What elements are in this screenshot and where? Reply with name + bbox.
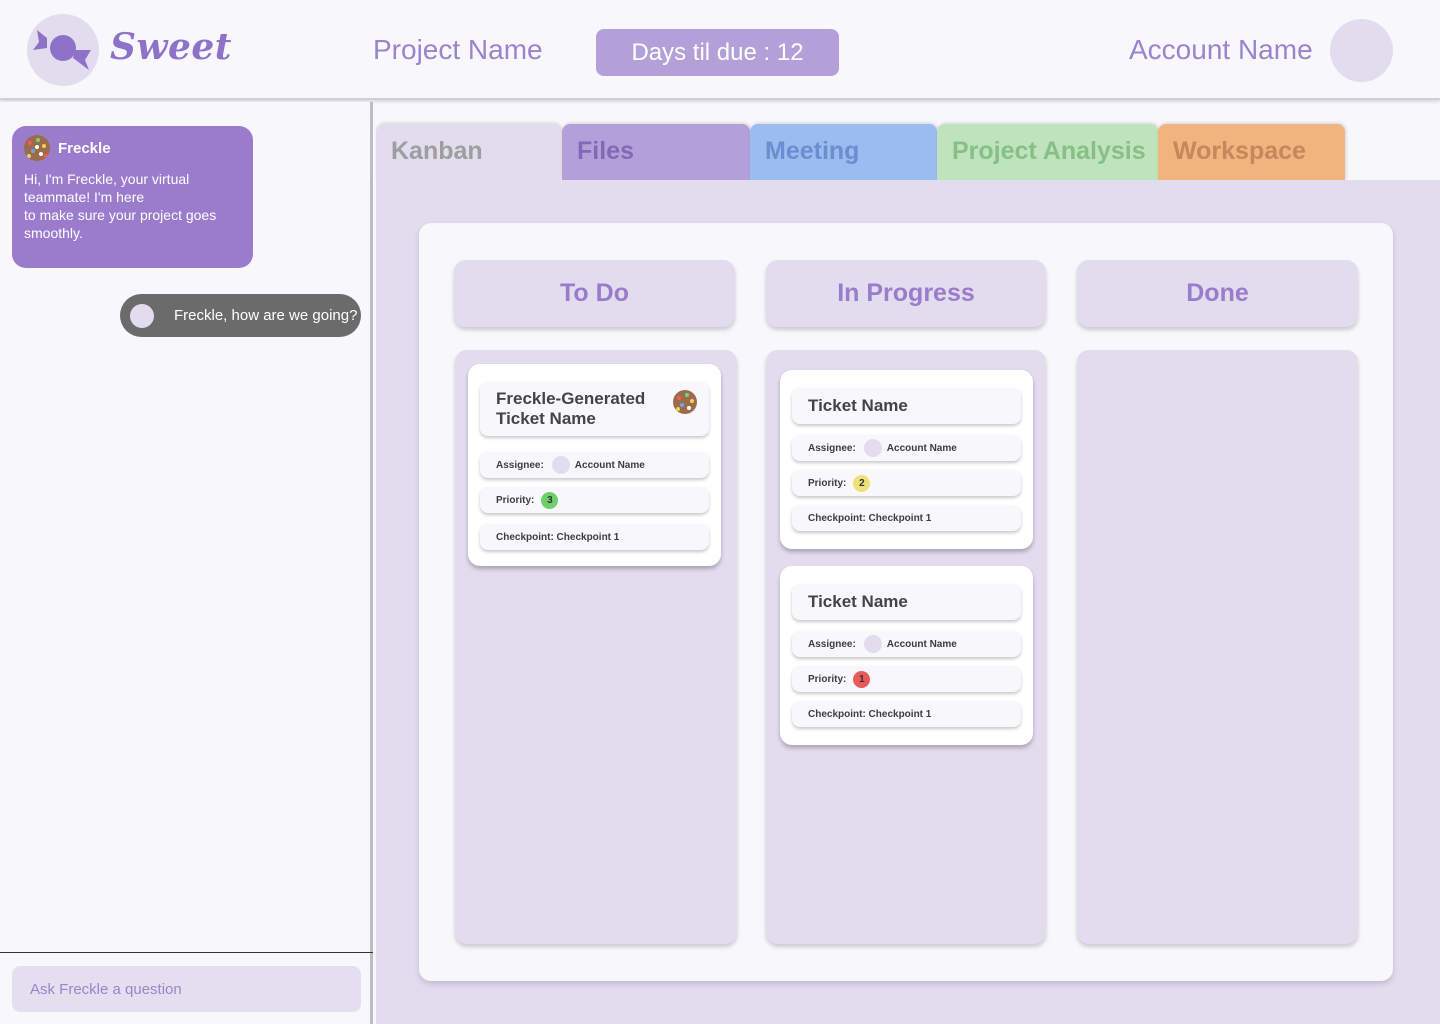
priority-row[interactable]: Priority: 3 — [480, 487, 709, 513]
priority-row[interactable]: Priority: 2 — [792, 470, 1021, 496]
assignee-row[interactable]: Assignee: Account Name — [792, 435, 1021, 461]
project-name[interactable]: Project Name — [373, 34, 543, 66]
ticket-title[interactable]: Ticket Name — [792, 388, 1021, 424]
assignee-label: Assignee: — [496, 459, 544, 471]
account-avatar[interactable] — [1330, 19, 1393, 82]
checkpoint-row[interactable]: Checkpoint: Checkpoint 1 — [792, 505, 1021, 531]
assignee-avatar — [863, 635, 882, 653]
ticket-title-line-2: Ticket Name — [496, 409, 596, 428]
freckle-chat-sidebar: Freckle Hi, I'm Freckle, your virtual te… — [0, 102, 373, 1024]
assignee-avatar — [551, 456, 570, 474]
priority-label: Priority: — [808, 673, 847, 685]
days-til-due-badge: Days til due : 12 — [596, 29, 839, 76]
column-header-todo: To Do — [454, 260, 735, 327]
chat-divider — [0, 952, 373, 953]
bot-name: Freckle — [58, 139, 111, 157]
column-done[interactable] — [1077, 350, 1358, 944]
assignee-avatar — [863, 439, 882, 457]
bot-message-text: Hi, I'm Freckle, your virtual teammate! … — [24, 171, 217, 241]
account-name[interactable]: Account Name — [1129, 34, 1313, 66]
ticket-title-line-1: Freckle-Generated — [496, 389, 646, 408]
assignee-name: Account Name — [574, 459, 645, 471]
priority-badge: 2 — [853, 474, 871, 492]
checkpoint-row[interactable]: Checkpoint: Checkpoint 1 — [480, 524, 709, 550]
priority-label: Priority: — [808, 477, 847, 489]
tab-files[interactable]: Files — [562, 124, 750, 180]
user-message-text: Freckle, how are we going? — [174, 307, 358, 324]
ask-freckle-input[interactable] — [12, 966, 361, 1012]
ticket-card[interactable]: Ticket Name Assignee: Account Name Prior… — [780, 370, 1033, 549]
user-avatar — [130, 303, 154, 328]
user-message-bubble: Freckle, how are we going? — [120, 294, 361, 337]
app-header: Sweet Project Name Days til due : 12 Acc… — [0, 0, 1440, 100]
assignee-name: Account Name — [886, 638, 957, 650]
assignee-row[interactable]: Assignee: Account Name — [792, 631, 1021, 657]
freckle-icon — [673, 390, 697, 414]
column-header-in-progress: In Progress — [766, 260, 1046, 327]
bot-message-bubble: Freckle Hi, I'm Freckle, your virtual te… — [12, 126, 253, 268]
assignee-name: Account Name — [886, 442, 957, 454]
tab-workspace[interactable]: Workspace — [1158, 124, 1345, 180]
assignee-label: Assignee: — [808, 442, 856, 454]
tab-meeting[interactable]: Meeting — [750, 124, 937, 180]
assignee-label: Assignee: — [808, 638, 856, 650]
assignee-row[interactable]: Assignee: Account Name — [480, 452, 709, 478]
ticket-title[interactable]: Ticket Name — [792, 584, 1021, 620]
priority-badge: 3 — [541, 491, 559, 509]
ticket-card[interactable]: Ticket Name Assignee: Account Name Prior… — [780, 566, 1033, 745]
priority-label: Priority: — [496, 494, 535, 506]
ticket-card[interactable]: Freckle-Generated Ticket Name Assignee: … — [468, 364, 721, 566]
candy-logo-icon — [27, 14, 99, 86]
column-header-done: Done — [1077, 260, 1358, 327]
tab-kanban[interactable]: Kanban — [376, 124, 561, 180]
freckle-icon — [24, 135, 50, 161]
priority-row[interactable]: Priority: 1 — [792, 666, 1021, 692]
app-logo-text: Sweet — [110, 26, 232, 68]
priority-badge: 1 — [853, 670, 871, 688]
tab-project-analysis[interactable]: Project Analysis — [937, 124, 1158, 180]
checkpoint-row[interactable]: Checkpoint: Checkpoint 1 — [792, 701, 1021, 727]
